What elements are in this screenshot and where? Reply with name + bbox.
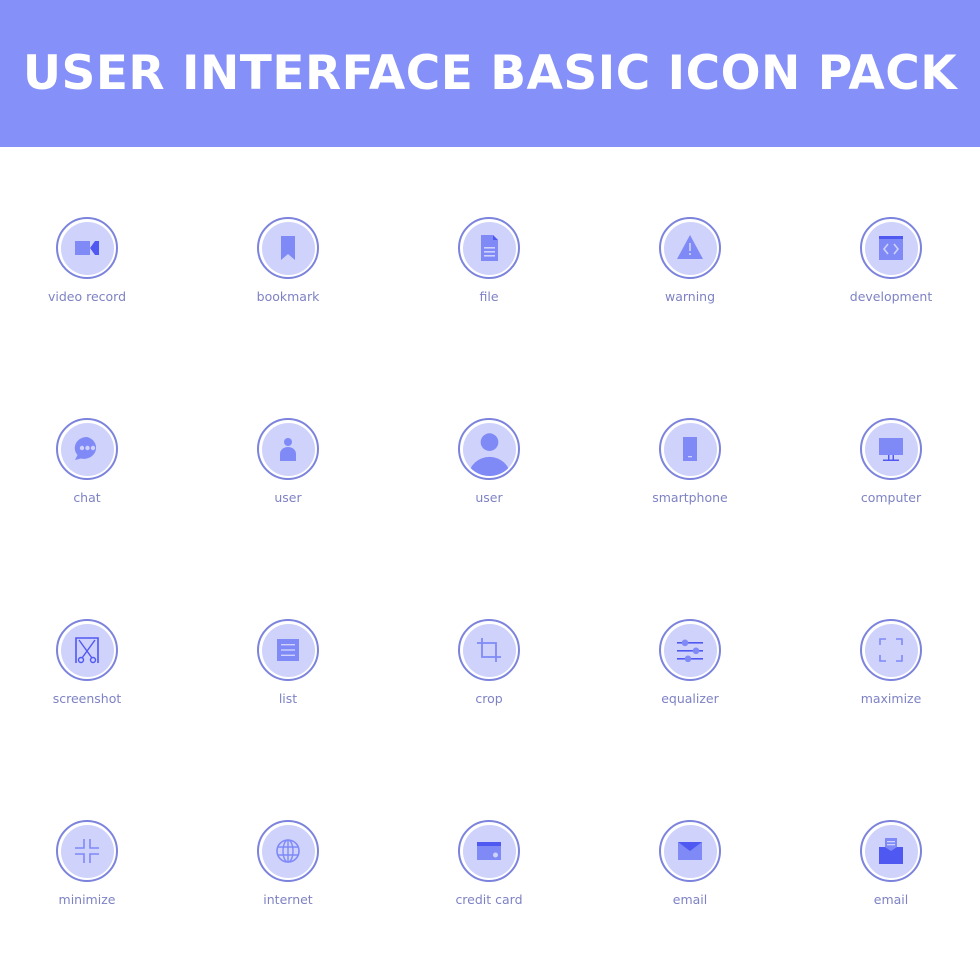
file-icon (481, 235, 498, 261)
email-icon (678, 842, 702, 860)
icon-item-crop[interactable]: crop (409, 619, 569, 729)
icon-label: equalizer (661, 691, 719, 706)
equalizer-icon (677, 639, 703, 663)
icon-label: email (873, 892, 909, 907)
internet-icon (276, 839, 300, 863)
icon-label: development (849, 289, 933, 304)
page-title: USER INTERFACE BASIC ICON PACK (22, 46, 958, 101)
icon-item-chat[interactable]: chat (7, 418, 167, 528)
icon-item-video-record[interactable]: video record (7, 217, 167, 327)
email-open-icon (879, 838, 903, 864)
icon-item-file[interactable]: file (409, 217, 569, 327)
icon-item-screenshot[interactable]: screenshot (7, 619, 167, 729)
computer-icon (879, 438, 903, 461)
screenshot-icon (75, 637, 99, 664)
icon-label: video record (47, 289, 127, 304)
icon-label: minimize (58, 892, 116, 907)
icon-item-warning[interactable]: warning (610, 217, 770, 327)
icon-label: file (479, 289, 499, 304)
icon-label: crop (475, 691, 503, 706)
smartphone-icon (683, 437, 697, 461)
icon-label: maximize (860, 691, 922, 706)
icon-item-credit-card[interactable]: credit card (409, 820, 569, 930)
user-icon (280, 438, 296, 461)
icon-label: user (475, 490, 503, 505)
icon-item-smartphone[interactable]: smartphone (610, 418, 770, 528)
chat-icon (74, 436, 97, 460)
icon-label: computer (860, 490, 922, 505)
icon-item-email-open[interactable]: email (811, 820, 971, 930)
icon-label: bookmark (256, 289, 320, 304)
warning-icon (677, 235, 703, 259)
icon-label: email (672, 892, 708, 907)
icon-label: user (274, 490, 302, 505)
crop-icon (477, 638, 501, 662)
icon-item-development[interactable]: development (811, 217, 971, 327)
icon-item-computer[interactable]: computer (811, 418, 971, 528)
list-icon (277, 639, 299, 661)
development-icon (879, 236, 903, 260)
maximize-icon (879, 638, 903, 662)
icon-item-equalizer[interactable]: equalizer (610, 619, 770, 729)
icon-item-maximize[interactable]: maximize (811, 619, 971, 729)
icon-item-user[interactable]: user (208, 418, 368, 528)
icon-label: internet (263, 892, 313, 907)
user-avatar-icon (468, 432, 510, 476)
icon-item-user-avatar[interactable]: user (409, 418, 569, 528)
icon-label: credit card (455, 892, 523, 907)
video-record-icon (75, 241, 99, 255)
icon-item-internet[interactable]: internet (208, 820, 368, 930)
title-banner: USER INTERFACE BASIC ICON PACK (0, 0, 980, 147)
minimize-icon (75, 839, 99, 863)
icon-item-list[interactable]: list (208, 619, 368, 729)
icon-grid: video record bookmark file warning devel… (0, 147, 980, 980)
icon-label: smartphone (652, 490, 728, 505)
bookmark-icon (281, 236, 295, 260)
credit-card-icon (477, 842, 501, 860)
icon-label: screenshot (52, 691, 122, 706)
icon-label: list (278, 691, 298, 706)
icon-label: warning (664, 289, 716, 304)
icon-label: chat (73, 490, 101, 505)
icon-item-email[interactable]: email (610, 820, 770, 930)
icon-item-minimize[interactable]: minimize (7, 820, 167, 930)
icon-item-bookmark[interactable]: bookmark (208, 217, 368, 327)
